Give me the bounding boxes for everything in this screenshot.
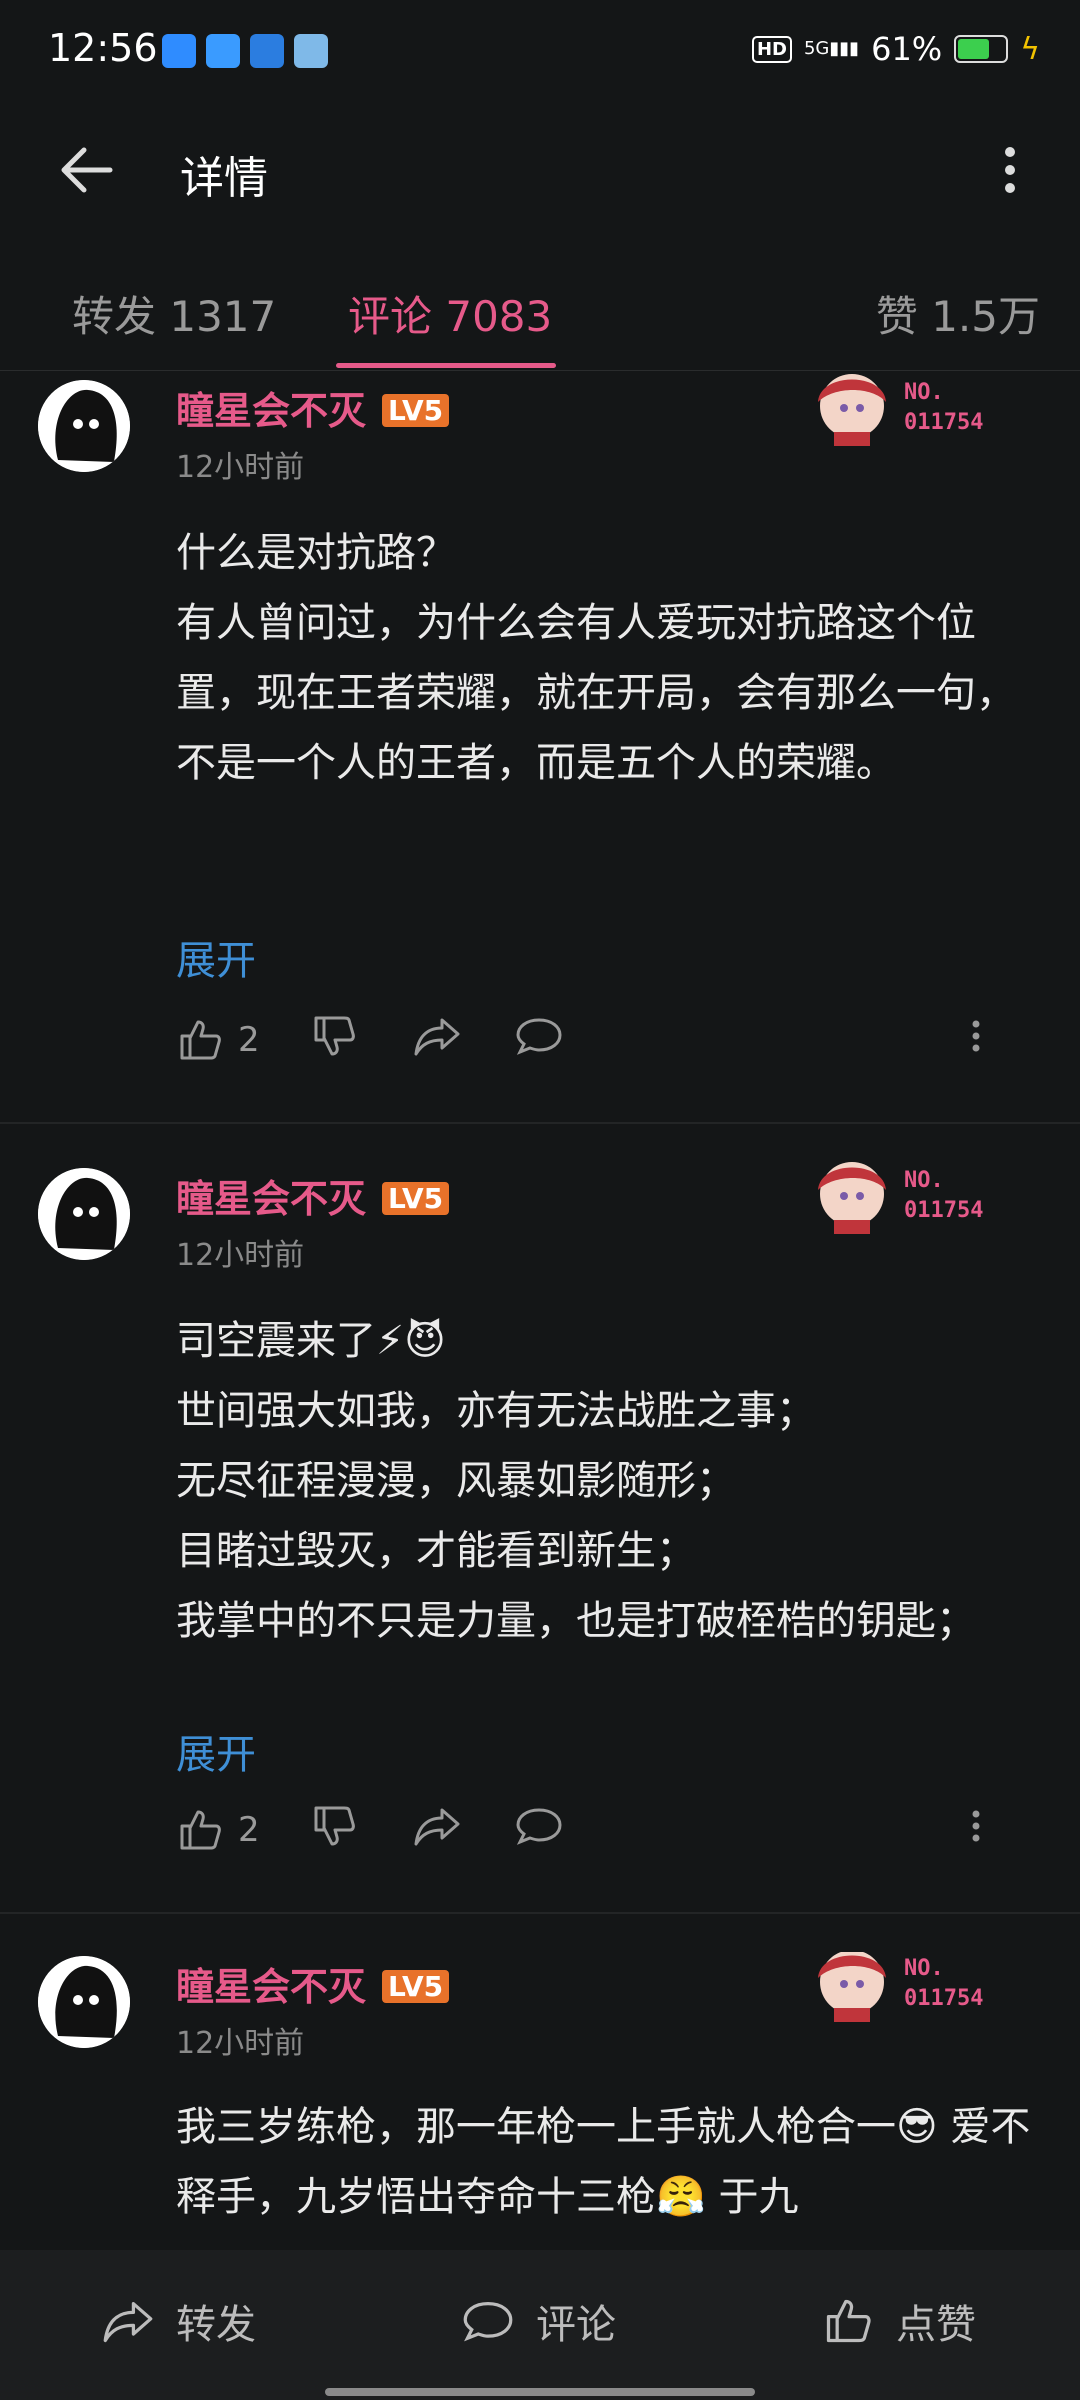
tab-comments[interactable]: 评论 7083 (348, 283, 552, 344)
like-button[interactable]: 2 (176, 1802, 260, 1858)
translate-icon (250, 34, 284, 68)
avatar[interactable] (38, 380, 130, 472)
app-notification-icon (294, 34, 328, 68)
expand-link[interactable]: 展开 (176, 1722, 256, 1780)
signal-icon: 5G▮▮▮ (803, 38, 860, 59)
home-indicator[interactable] (325, 2388, 755, 2396)
fan-badge: NO. 011754 (800, 366, 1000, 446)
divider (0, 1122, 1080, 1124)
bottom-comment-button[interactable]: 评论 (460, 2292, 616, 2350)
comment-more-icon[interactable] (966, 1802, 986, 1858)
reply-button[interactable] (514, 1012, 564, 1068)
comment-actions: 2 (176, 1012, 1036, 1072)
comment-more-icon[interactable] (966, 1012, 986, 1068)
username[interactable]: 瞳星会不灭 LV5 (176, 380, 450, 435)
thumb-up-icon (180, 1810, 221, 1850)
charging-icon: ϟ (1020, 31, 1040, 67)
thumb-up-icon (180, 1020, 221, 1060)
comment-text: 司空震来了⚡😈 世间强大如我，亦有无法战胜之事； 无尽征程漫漫，风暴如影随形； … (176, 1318, 976, 1644)
comment-time: 12小时前 (176, 2026, 305, 2061)
bottom-like-button[interactable]: 点赞 (820, 2292, 976, 2350)
reply-button[interactable] (514, 1802, 564, 1858)
fan-badge: NO. 011754 (800, 1952, 1000, 2022)
like-count: 2 (238, 1810, 260, 1850)
share-icon (414, 1808, 460, 1846)
share-button[interactable] (412, 1802, 462, 1858)
comment-actions: 2 (176, 1802, 1036, 1862)
tab-bar: 转发 1317 评论 7083 赞 1.5万 (0, 235, 1080, 371)
dislike-button[interactable] (310, 1802, 358, 1858)
badge-number: 011754 (904, 1986, 984, 2011)
bottom-action-bar: 转发 评论 点赞 (0, 2250, 1080, 2400)
bottom-comment-label: 评论 (536, 2302, 616, 2348)
share-icon (103, 2302, 153, 2343)
status-time: 12:56 (48, 26, 158, 70)
dislike-button[interactable] (310, 1012, 358, 1068)
username[interactable]: 瞳星会不灭 LV5 (176, 1956, 450, 2011)
bottom-repost-label: 转发 (176, 2302, 256, 2348)
like-count: 2 (238, 1020, 260, 1060)
thumb-down-icon (314, 1806, 355, 1846)
more-vertical-icon[interactable] (990, 140, 1030, 200)
divider (0, 1912, 1080, 1914)
top-app-bar: 详情 (0, 110, 1080, 235)
thumb-down-icon (314, 1016, 355, 1056)
badge-number: 011754 (904, 410, 984, 435)
comment-item: 瞳星会不灭 LV5 12小时前 NO. 011754 什么是对抗路？ 有人曾问过，为… (0, 372, 1080, 1122)
comment-item: 瞳星会不灭 LV5 12小时前 NO. 011754 司空震来了⚡😈 世间强大如我，… (0, 1162, 1080, 1902)
tab-indicator (336, 363, 556, 368)
comment-time: 12小时前 (176, 450, 305, 485)
page-title: 详情 (180, 153, 268, 204)
badge-no-label: NO. (904, 1956, 944, 1981)
badge-no-label: NO. (904, 1168, 944, 1193)
comment-time: 12小时前 (176, 1238, 305, 1273)
tab-repost[interactable]: 转发 1317 (72, 283, 276, 344)
comment-bubble-icon (463, 2302, 513, 2342)
badge-number: 011754 (904, 1198, 984, 1223)
comment-bubble-icon (516, 1808, 562, 1845)
avatar[interactable] (38, 1956, 130, 2048)
thumb-up-icon (826, 2299, 871, 2343)
bottom-repost-button[interactable]: 转发 (100, 2292, 256, 2350)
qq-icon (162, 34, 196, 68)
back-arrow-icon[interactable] (52, 140, 122, 200)
tab-likes[interactable]: 赞 1.5万 (876, 283, 1040, 344)
comment-text: 什么是对抗路？ 有人曾问过，为什么会有人爱玩对抗路这个位置，现在王者荣耀，就在开… (176, 530, 1016, 786)
fan-badge: NO. 011754 (800, 1154, 1000, 1234)
expand-link[interactable]: 展开 (176, 928, 256, 986)
status-bar: 12:56 HD 5G▮▮▮ 61% ϟ (0, 0, 1080, 110)
comment-bubble-icon (516, 1018, 562, 1055)
username[interactable]: 瞳星会不灭 LV5 (176, 1168, 450, 1223)
comment-item: 瞳星会不灭 LV5 12小时前 NO. 011754 我三岁练枪，那一年枪一上手就人… (0, 1952, 1080, 2250)
telegram-icon (206, 34, 240, 68)
bottom-like-label: 点赞 (896, 2302, 976, 2348)
hd-icon: HD (751, 35, 792, 63)
like-button[interactable]: 2 (176, 1012, 260, 1068)
status-right: HD 5G▮▮▮ 61% ϟ (751, 30, 1040, 68)
battery-icon (954, 35, 1009, 63)
badge-no-label: NO. (904, 380, 944, 405)
comment-text: 我三岁练枪，那一年枪一上手就人枪合一😎 爱不释手，九岁悟出夺命十三枪😤 于九 (176, 2104, 1031, 2220)
share-button[interactable] (412, 1012, 462, 1068)
share-icon (414, 1018, 460, 1056)
battery-percent: 61% (871, 30, 943, 68)
avatar[interactable] (38, 1168, 130, 1260)
